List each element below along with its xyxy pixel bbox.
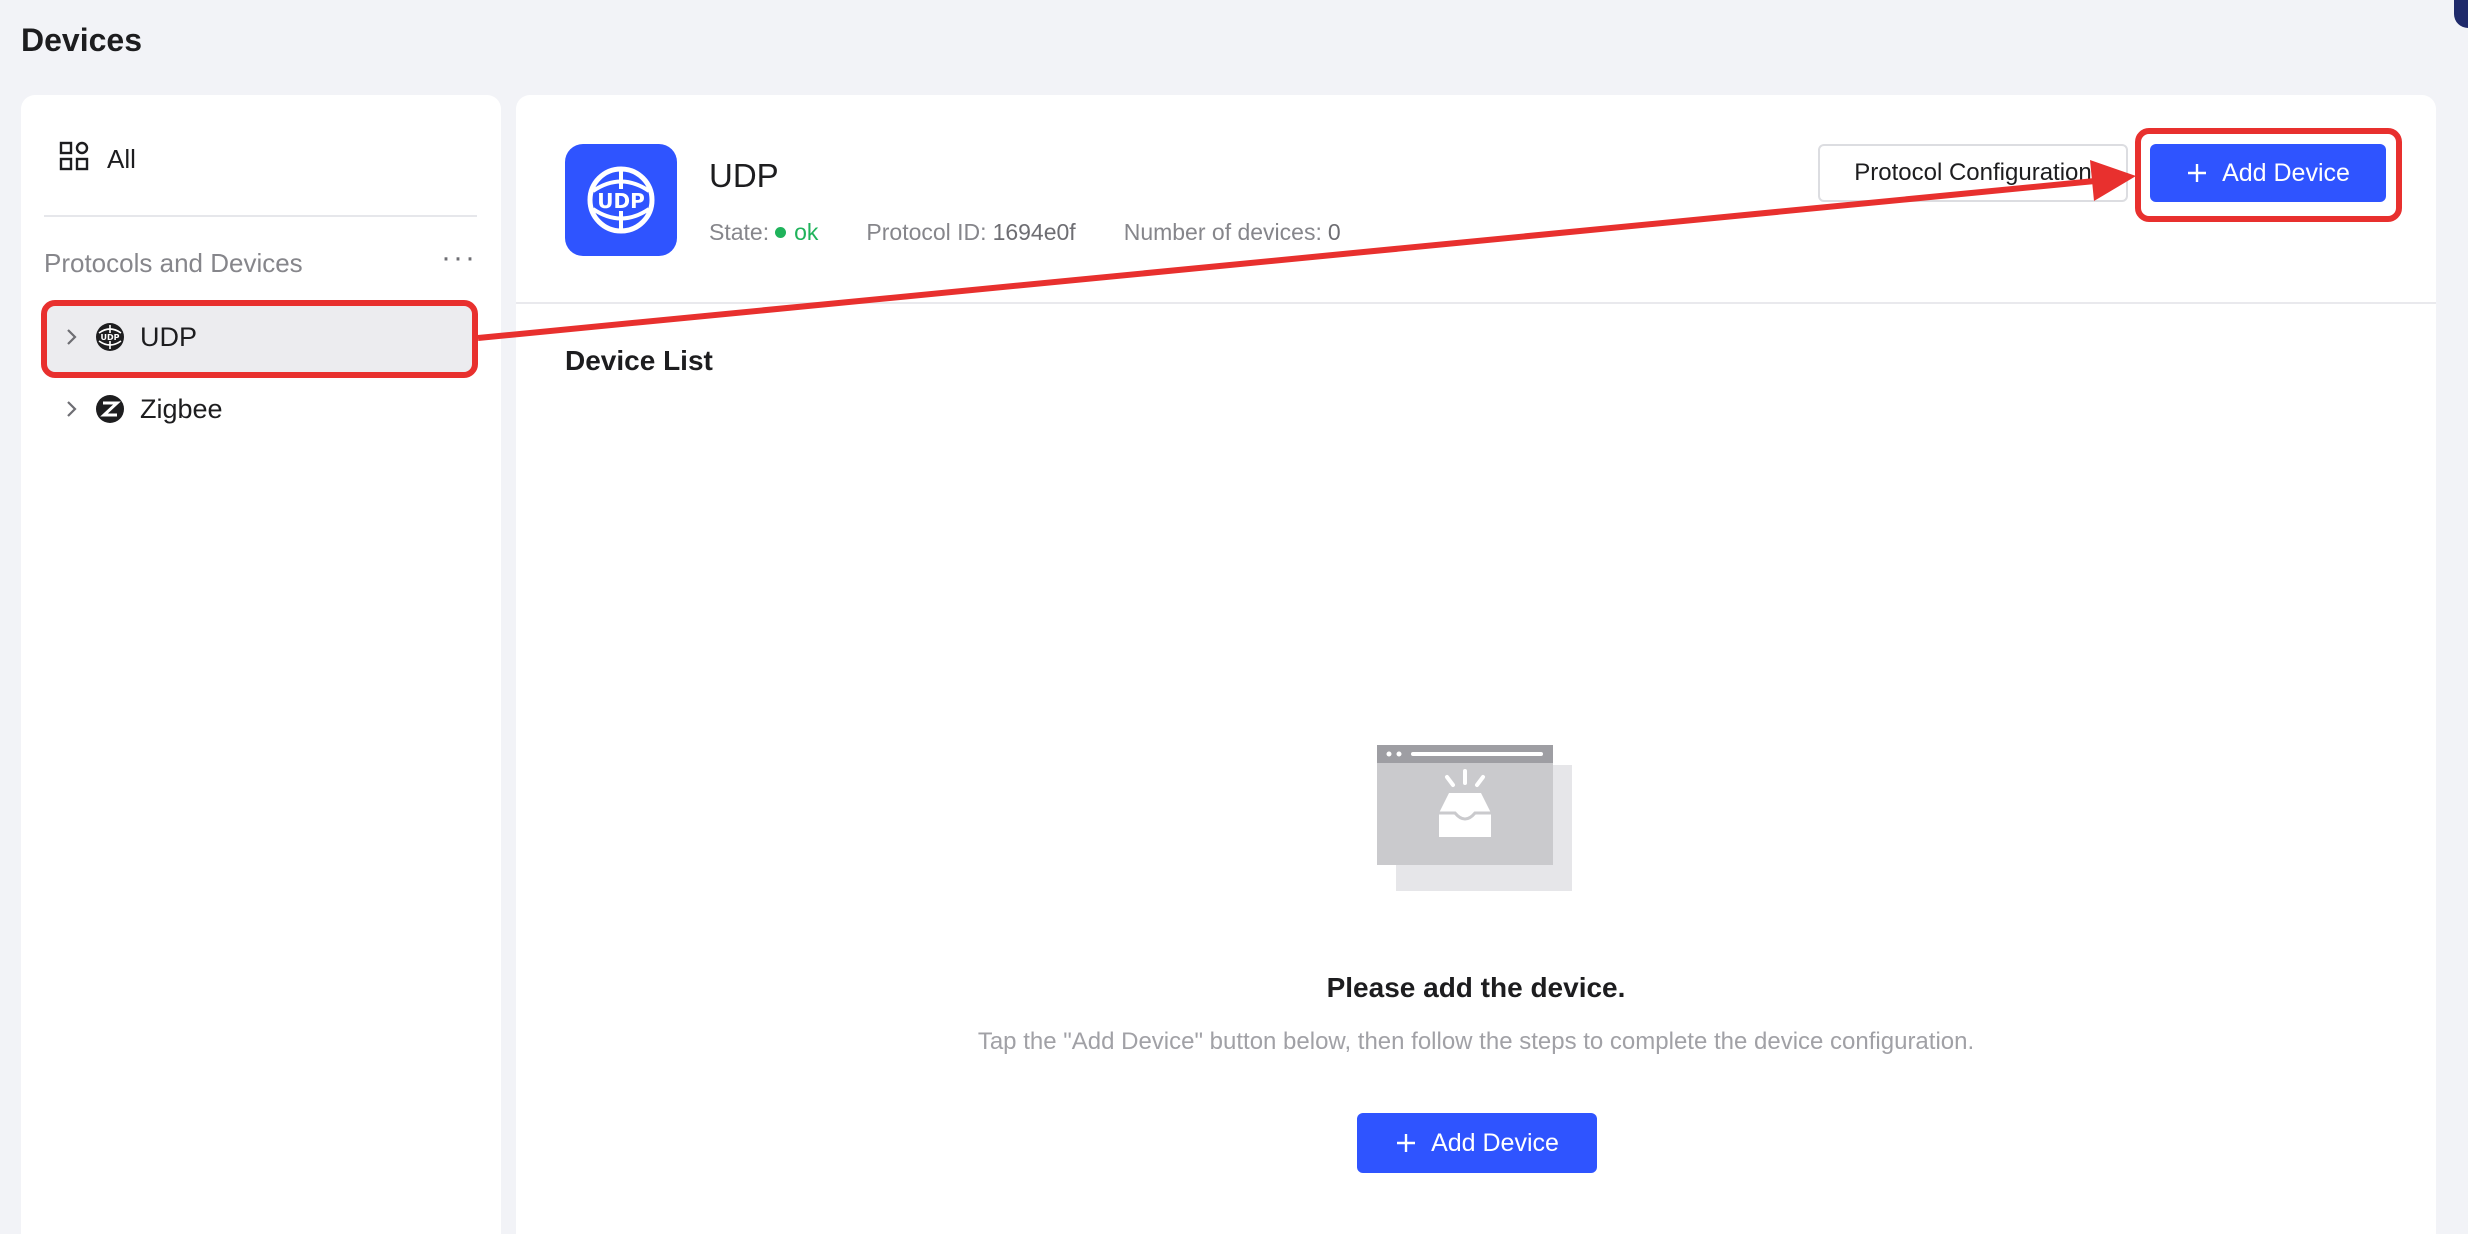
protocols-section-header: Protocols and Devices ···	[44, 243, 477, 283]
protocol-name: UDP	[709, 157, 779, 194]
add-device-button[interactable]: Add Device	[2150, 144, 2386, 202]
state-group: State: ok	[709, 219, 818, 246]
protocol-meta: State: ok Protocol ID: 1694e0f Number of…	[709, 216, 1341, 248]
status-dot-icon	[775, 226, 787, 238]
zigbee-icon	[94, 393, 126, 425]
more-options-button[interactable]: ···	[441, 243, 477, 273]
sidebar-item-all[interactable]: All	[59, 139, 136, 179]
protocol-id-label: Protocol ID:	[866, 218, 987, 245]
sidebar-item-udp[interactable]: UDP UDP	[46, 302, 476, 372]
sidebar-item-zigbee[interactable]: Zigbee	[46, 374, 476, 444]
logo-text: UDP	[597, 189, 645, 213]
state-label: State:	[709, 218, 770, 245]
add-device-label: Add Device	[2222, 158, 2350, 187]
udp-globe-icon: UDP	[94, 321, 126, 353]
sidebar-divider	[44, 215, 477, 217]
protocol-configuration-button[interactable]: Protocol Configuration	[1818, 144, 2128, 202]
page-title: Devices	[21, 22, 142, 58]
chevron-right-icon[interactable]	[62, 328, 80, 346]
device-count-group: Number of devices: 0	[1124, 219, 1341, 246]
state-value: ok	[794, 218, 819, 245]
plus-icon	[2188, 164, 2207, 182]
sidebar-item-all-label: All	[107, 143, 136, 174]
grid-icon	[59, 141, 89, 178]
empty-state-title: Please add the device.	[1326, 972, 1626, 1003]
section-label: Protocols and Devices	[44, 247, 303, 278]
svg-text:UDP: UDP	[101, 333, 120, 342]
status-badge: ok	[775, 219, 818, 246]
add-device-button-bottom[interactable]: Add Device	[1357, 1113, 1597, 1173]
protocol-logo: UDP	[565, 144, 677, 256]
udp-globe-icon: UDP	[587, 166, 655, 234]
protocol-id-group: Protocol ID: 1694e0f	[866, 219, 1075, 246]
sidebar-item-label: UDP	[140, 321, 198, 352]
sidebar: All Protocols and Devices ··· UDP UDP Zi…	[21, 95, 501, 1234]
main-panel: UDP UDP State: ok Protocol ID: 1694e0f N…	[516, 95, 2436, 1234]
plus-icon	[1397, 1134, 1416, 1152]
empty-state-description: Tap the "Add Device" button below, then …	[977, 1028, 1975, 1055]
device-count-label: Number of devices:	[1123, 218, 1322, 245]
chevron-right-icon[interactable]	[62, 400, 80, 418]
window-corner	[2454, 0, 2468, 28]
header-divider	[516, 302, 2436, 304]
add-device-label: Add Device	[1431, 1128, 1559, 1157]
empty-inbox-icon	[1377, 745, 1572, 891]
protocol-id-value: 1694e0f	[992, 218, 1076, 245]
device-count-value: 0	[1327, 218, 1341, 245]
device-list-title: Device List	[565, 345, 713, 376]
sidebar-item-label: Zigbee	[140, 393, 223, 424]
